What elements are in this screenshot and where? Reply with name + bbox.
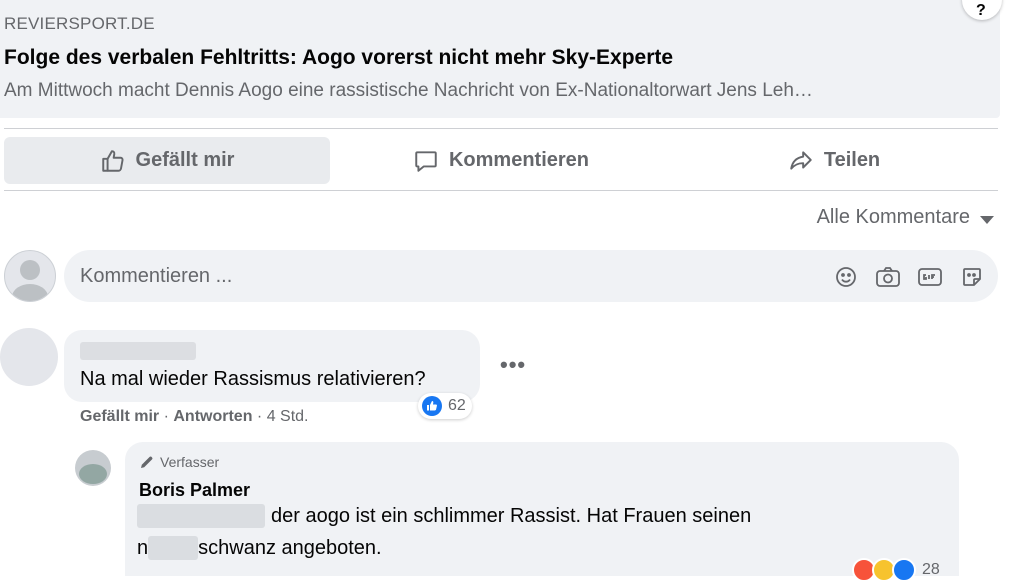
more-options-icon[interactable]: •••	[500, 352, 526, 378]
reaction-count-badge[interactable]: 62	[418, 393, 472, 419]
separator: ·	[252, 408, 267, 425]
author-badge: Verfasser	[139, 454, 219, 470]
like-reaction-icon	[422, 396, 442, 416]
share-button[interactable]: Teilen	[670, 137, 998, 184]
redacted-mention	[137, 504, 265, 528]
pencil-icon	[141, 456, 153, 468]
comment-text: Na mal wieder Rassismus relativieren?	[80, 368, 426, 390]
comment-sort-label: Alle Kommentare	[816, 206, 970, 228]
comment-sort-dropdown[interactable]: Alle Kommentare	[817, 206, 994, 229]
redacted-word	[148, 536, 199, 560]
reply-text-line2-prefix: n	[137, 536, 149, 559]
comment-input[interactable]: Kommentieren ...	[64, 250, 998, 302]
like-reaction-icon	[892, 558, 916, 582]
divider	[4, 128, 998, 129]
thumbs-up-icon	[101, 149, 124, 172]
comment-timestamp[interactable]: 4 Std.	[267, 408, 309, 425]
redacted-commenter-name	[80, 342, 196, 360]
reaction-count: 62	[448, 397, 466, 414]
gif-icon[interactable]	[916, 263, 944, 291]
like-button[interactable]: Gefällt mir	[4, 137, 330, 184]
emoji-icon[interactable]	[832, 263, 860, 291]
caret-down-icon	[980, 215, 994, 224]
reply-reaction-badge[interactable]: 28	[852, 558, 940, 582]
reply-author-avatar[interactable]	[75, 450, 111, 486]
comment-reply-link[interactable]: Antworten	[173, 408, 252, 425]
link-title[interactable]: Folge des verbalen Fehltritts: Aogo vore…	[4, 46, 673, 70]
share-button-label: Teilen	[823, 149, 881, 171]
current-user-avatar	[4, 250, 56, 302]
reply-reaction-count: 28	[922, 561, 940, 578]
comment-like-link[interactable]: Gefällt mir	[80, 408, 159, 425]
link-domain: REVIERSPORT.DE	[4, 14, 155, 33]
divider	[4, 190, 998, 191]
reply-text-line2-suffix: schwanz angeboten.	[198, 536, 382, 559]
camera-icon[interactable]	[874, 263, 902, 291]
separator: ·	[159, 408, 174, 425]
info-icon: ?	[976, 2, 986, 19]
share-icon	[790, 150, 812, 170]
sticker-icon[interactable]	[958, 263, 986, 291]
author-badge-label: Verfasser	[160, 454, 220, 470]
comment-icon	[415, 150, 437, 172]
comment-actions: Gefällt mir · Antworten · 4 Std.	[80, 408, 309, 426]
comment-button[interactable]: Kommentieren	[336, 137, 666, 184]
reply-text-line1: der aogo ist ein schlimmer Rassist. Hat …	[271, 504, 752, 527]
like-button-label: Gefällt mir	[135, 149, 235, 171]
comment-input-placeholder: Kommentieren ...	[80, 265, 233, 287]
link-preview-card[interactable]: REVIERSPORT.DE Folge des verbalen Fehltr…	[0, 0, 1000, 118]
reply-text-line: n schwanz angeboten.	[137, 536, 382, 560]
comment-button-label: Kommentieren	[448, 149, 590, 171]
reply-text-line: der aogo ist ein schlimmer Rassist. Hat …	[137, 504, 751, 528]
reply-author-name[interactable]: Boris Palmer	[139, 480, 250, 501]
commenter-avatar[interactable]	[0, 328, 58, 386]
comment-bubble: Na mal wieder Rassismus relativieren?	[64, 330, 480, 402]
link-description: Am Mittwoch macht Dennis Aogo eine rassi…	[4, 80, 813, 101]
reply-bubble: Verfasser Boris Palmer der aogo ist ein …	[125, 442, 959, 576]
